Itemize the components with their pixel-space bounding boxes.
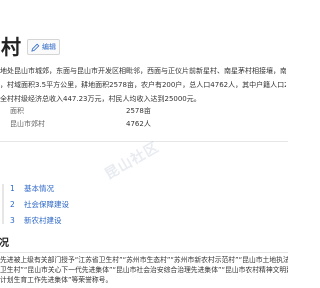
table-of-contents: 1 基本情况 2 社会保障建设 3 新农村建设 (0, 180, 140, 228)
watermark-text: 昆山社区 (102, 139, 163, 184)
title-row: 村 编辑 (0, 34, 60, 60)
toc-item-new-village[interactable]: 3 新农村建设 (0, 212, 140, 228)
section-divider (0, 252, 288, 253)
intro-line: 地处昆山市城郊，东面与昆山市开发区相毗邻，西面与正仪片前新星村、南星茅村相接壤，… (0, 67, 286, 75)
toc-number: 2 (10, 199, 15, 209)
pencil-icon (31, 43, 40, 52)
infobox-value: 4762人 (126, 120, 151, 128)
infobox-row: 面积 2578亩 (0, 105, 288, 118)
toc-label: 新农村建设 (24, 215, 62, 225)
infobox-value: 2578亩 (126, 107, 151, 115)
edit-button[interactable]: 编辑 (27, 39, 60, 55)
infobox-key: 昆山市郊村 (10, 120, 45, 128)
toc-item-social-security[interactable]: 2 社会保障建设 (0, 196, 140, 212)
page-title: 村 (1, 35, 21, 59)
infobox-row: 昆山市郊村 4762人 (0, 118, 288, 131)
edit-button-label: 编辑 (42, 43, 56, 51)
section-body: 先进被上级有关部门授予“江苏省卫生村”“苏州市生态村”“苏州市新农村示范村”“昆… (0, 255, 288, 285)
section-line: 卫生村”“昆山市关心下一代先进集体”“昆山市社会治安综合治理先进集体”“昆山市农… (0, 266, 288, 274)
intro-paragraph: 地处昆山市城郊，东面与昆山市开发区相毗邻，西面与正仪片前新星村、南星茅村相接壤，… (0, 64, 286, 106)
toc-number: 3 (10, 215, 15, 225)
intro-line: 全村村级经济总收入447.23万元，村民人均收入达到25000元。 (0, 95, 201, 103)
section-heading: 况 (0, 238, 9, 249)
toc-label: 社会保障建设 (24, 199, 69, 209)
intro-line: ，村域面积3.5平方公里，耕地面积2578亩，农户有200户，总人口4762人，… (0, 81, 286, 89)
toc-number: 1 (10, 183, 15, 193)
infobox: 面积 2578亩 昆山市郊村 4762人 (0, 105, 288, 131)
infobox-key: 面积 (10, 107, 24, 115)
section-line: 计划生育工作先进集体”等荣誉称号。 (0, 276, 113, 284)
toc-label: 基本情况 (24, 183, 54, 193)
section-line: 先进被上级有关部门授予“江苏省卫生村”“苏州市生态村”“苏州市新农村示范村”“昆… (0, 256, 288, 264)
